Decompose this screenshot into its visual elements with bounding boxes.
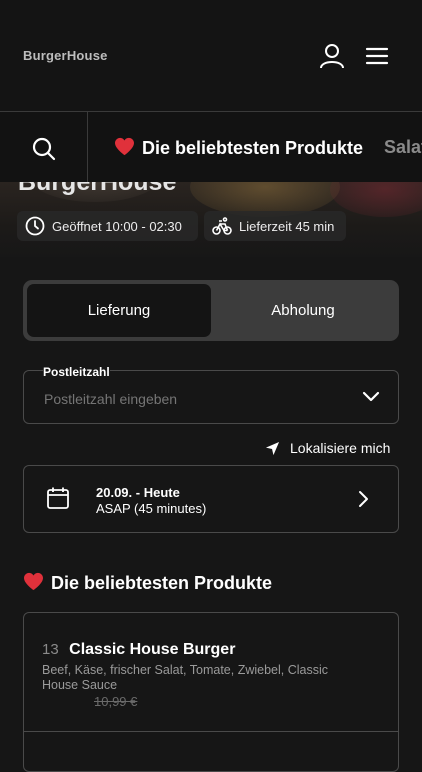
section-title-label: Die beliebtesten Produkte [51, 573, 273, 593]
postal-code-input[interactable] [44, 391, 344, 407]
bicycle-icon [212, 217, 232, 235]
location-arrow-icon [265, 441, 280, 455]
product-description: Beef, Käse, frischer Salat, Tomate, Zwie… [42, 663, 328, 692]
heart-icon [115, 137, 134, 156]
delivery-date-subtitle: ASAP (45 minutes) [96, 501, 207, 516]
order-mode-toggle: Lieferung Abholung [23, 280, 399, 341]
delivery-time-text: Lieferzeit 45 min [239, 218, 335, 234]
section-title-popular: Die beliebtesten Produkte [23, 572, 272, 594]
divider [24, 731, 398, 732]
product-header: 13 Classic House Burger [42, 641, 235, 659]
calendar-icon [47, 487, 69, 509]
product-name: Classic House Burger [69, 641, 236, 658]
locate-me-link[interactable]: Lokalisiere mich [265, 440, 390, 456]
delivery-date-card[interactable]: 20.09. - Heute ASAP (45 minutes) [23, 465, 399, 533]
search-icon [32, 137, 56, 161]
product-old-price: 10,99 € [94, 694, 138, 709]
product-card[interactable]: 13 Classic House Burger Beef, Käse, fris… [23, 612, 399, 772]
hamburger-menu-icon[interactable] [363, 42, 391, 70]
category-search-button[interactable] [0, 112, 88, 183]
delivery-date-title: 20.09. - Heute [96, 485, 180, 500]
delivery-option-button[interactable]: Lieferung [27, 284, 211, 337]
category-tab-salat[interactable]: Salat [384, 137, 422, 158]
heart-icon [24, 572, 43, 591]
clock-icon [25, 216, 45, 236]
brand-logo[interactable]: BurgerHouse [23, 48, 108, 63]
locate-me-label: Lokalisiere mich [290, 440, 391, 456]
postal-code-label: Postleitzahl [43, 365, 110, 379]
user-icon[interactable] [318, 42, 346, 70]
chevron-down-icon [362, 391, 380, 402]
opening-hours-chip: Geöffnet 10:00 - 02:30 [17, 211, 198, 241]
hero-banner: BurgerHouse Geöffnet 10:00 - 02:30 Liefe… [0, 182, 422, 257]
product-number: 13 [42, 641, 59, 658]
category-bar: Die beliebtesten Produkte Salat [0, 111, 422, 184]
category-tab-popular[interactable]: Die beliebtesten Produkte [114, 137, 363, 159]
delivery-time-chip: Lieferzeit 45 min [204, 211, 346, 241]
restaurant-title: BurgerHouse [18, 182, 177, 196]
category-tab-label: Die beliebtesten Produkte [142, 138, 364, 158]
pickup-option-button[interactable]: Abholung [211, 284, 395, 337]
chevron-right-icon [359, 491, 368, 507]
opening-hours-text: Geöffnet 10:00 - 02:30 [52, 218, 182, 234]
top-bar: BurgerHouse [0, 0, 422, 111]
